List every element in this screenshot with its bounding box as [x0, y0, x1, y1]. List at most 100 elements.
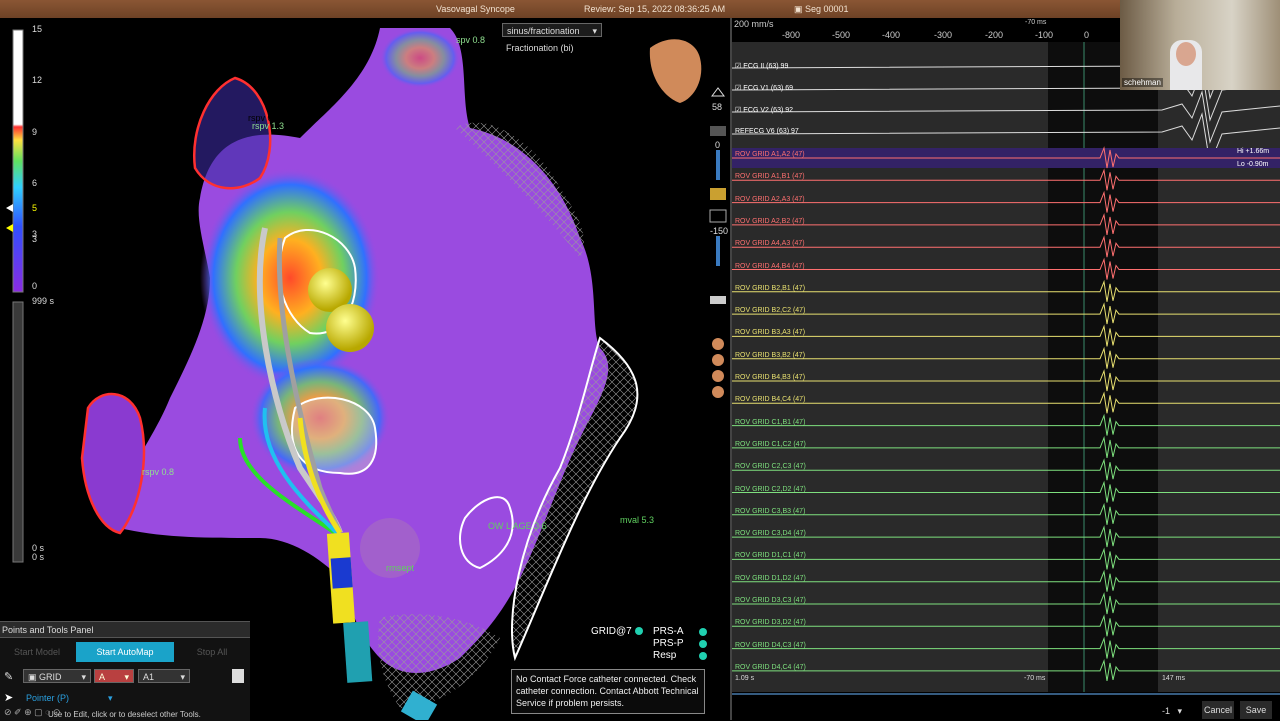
legend-dot-icon [699, 628, 707, 636]
map-pane[interactable]: 15 12 9 6 5 3 3 0 999 s 0 s 0 s sinus/fr… [0, 18, 730, 720]
channel-label[interactable]: ROV GRID A4,A3 (47) [735, 240, 805, 247]
axis-tick: -800 [782, 30, 801, 40]
ecg-channel-label[interactable]: ☑ ECG V2 (63) 92 [735, 106, 793, 114]
channel-label[interactable]: ROV GRID A4,B4 (47) [735, 263, 805, 270]
channel-label[interactable]: ROV GRID B2,C2 (47) [735, 307, 805, 314]
ecg-channel-label[interactable]: REFECG V6 (63) 97 [735, 128, 799, 135]
channel-label[interactable]: ROV GRID A1,B1 (47) [735, 173, 805, 180]
channel-label[interactable]: ROV GRID D3,D2 (47) [735, 619, 806, 626]
view-value: 0 [715, 140, 721, 150]
save-button[interactable]: Save [1240, 701, 1272, 719]
legend-dot-icon [699, 640, 707, 648]
view-value: -150 [710, 226, 729, 236]
axis-tick: 0 [1084, 30, 1090, 40]
hi-threshold: Hi +1.66m [1237, 148, 1270, 155]
lo-threshold: Lo -0.90m [1237, 161, 1269, 168]
septal-label: rrnsept [386, 563, 415, 573]
channel-label[interactable]: ROV GRID C2,C3 (47) [735, 463, 806, 470]
legend-catheter: GRID@7 [591, 626, 643, 637]
legend-item: Resp [653, 650, 677, 661]
axis-tick: -100 [1035, 30, 1054, 40]
lesion-ball [326, 304, 374, 352]
start-model-button[interactable]: Start Model [0, 642, 74, 662]
channel-label[interactable]: ROV GRID C3,B3 (47) [735, 508, 805, 515]
channel-label[interactable]: ROV GRID C1,C2 (47) [735, 441, 806, 448]
rspv-label: rspv 1.3 [252, 121, 285, 131]
catheter-select[interactable]: ▣ GRID [23, 669, 91, 684]
ecg-channel-label[interactable]: ☑ ECG II (63) 99 [735, 62, 788, 70]
marker-label: -70 ms [1025, 19, 1047, 26]
review-time: Review: Sep 15, 2022 08:36:25 AM [584, 4, 726, 14]
channel-label[interactable]: ROV GRID A2,A3 (47) [735, 196, 805, 203]
spline-select[interactable]: A [94, 669, 134, 684]
ecg-channel-label[interactable]: ☑ ECG V1 (63) 69 [735, 84, 793, 92]
start-automap-button[interactable]: Start AutoMap [76, 642, 174, 662]
channel-label[interactable]: ROV GRID C1,B1 (47) [735, 419, 805, 426]
axis-tick: -300 [934, 30, 953, 40]
panel-title: Points and Tools Panel [0, 622, 250, 638]
zoom-select[interactable]: -1 [1158, 704, 1186, 718]
marker-label: 147 ms [1162, 675, 1185, 682]
channel-label[interactable]: ROV GRID B4,B3 (47) [735, 374, 805, 381]
scale-tick: 6 [32, 178, 38, 188]
channel-label[interactable]: ROV GRID B3,B2 (47) [735, 352, 805, 359]
cancel-button[interactable]: Cancel [1202, 701, 1234, 719]
scale-tick: 15 [32, 24, 43, 34]
signals-pane[interactable]: 200 mm/s -800 -500 -400 -300 -200 -100 0… [732, 18, 1280, 720]
axis-tick: -400 [882, 30, 901, 40]
legend-dot-icon [699, 652, 707, 660]
scale-tick: 9 [32, 127, 38, 137]
channel-label[interactable]: ROV GRID D1,D2 (47) [735, 575, 806, 582]
channel-label[interactable]: ROV GRID A1,A2 (47) [735, 151, 805, 158]
scale-tick: 0 [32, 281, 38, 291]
sweep-speed: 200 mm/s [734, 19, 774, 29]
channel-label[interactable]: ROV GRID B4,C4 (47) [735, 396, 805, 403]
channel-label[interactable]: ROV GRID D4,C3 (47) [735, 642, 806, 649]
channel-label[interactable]: ROV GRID D1,C1 (47) [735, 552, 806, 559]
scale-time: 0 s [32, 552, 45, 562]
tool-hint: Use to Edit, click or to deselect other … [48, 710, 201, 719]
clipboard-icon[interactable] [232, 669, 244, 683]
participant-name: schehman [1122, 78, 1163, 87]
chevron-down-icon[interactable]: ▾ [108, 693, 113, 704]
window-duration: 1.09 s [735, 675, 755, 682]
legend-item: PRS-A [653, 626, 684, 637]
timeline-scrollbar[interactable] [732, 693, 1280, 695]
channel-label[interactable]: ROV GRID B3,A3 (47) [735, 329, 805, 336]
toolbar-icons[interactable]: ⊘ ✐ ⊕ ▢ ◌ ⊙ [4, 707, 61, 718]
mval-label: mval 5.3 [620, 515, 655, 525]
legend-item: PRS-P [653, 638, 684, 649]
axis-tick: -500 [832, 30, 851, 40]
tool-name[interactable]: Pointer (P) [26, 693, 69, 703]
channel-label[interactable]: ROV GRID C3,D4 (47) [735, 530, 806, 537]
mesh-inferior [378, 614, 500, 708]
scale-tick: 3 [32, 234, 38, 244]
channel-label[interactable]: ROV GRID D3,C3 (47) [735, 597, 806, 604]
legend-dot-icon [634, 627, 643, 636]
title-bar: Vasovagal Syncope Review: Sep 15, 2022 0… [0, 0, 1280, 18]
stop-all-button[interactable]: Stop All [176, 642, 248, 662]
view-value: 58 [712, 102, 723, 112]
electrode-select[interactable]: A1 [138, 669, 190, 684]
rspv-outline [192, 76, 272, 190]
channel-label[interactable]: ROV GRID C2,D2 (47) [735, 486, 806, 493]
anatomy-map[interactable] [0, 18, 730, 720]
segment-label: ▣ Seg 00001 [794, 4, 849, 14]
pencil-icon[interactable]: ✎ [4, 670, 13, 683]
channel-label[interactable]: ROV GRID A2,B2 (47) [735, 218, 805, 225]
pointer-icon[interactable]: ➤ [4, 691, 13, 704]
scale-time: 999 s [32, 296, 55, 306]
map-type-dropdown[interactable]: sinus/fractionation [502, 23, 602, 38]
scale-tick: 5 [32, 203, 38, 213]
location-label: OW L AGE 3.6 [488, 521, 547, 531]
orientation-torso [649, 39, 702, 103]
study-title: Vasovagal Syncope [436, 4, 515, 14]
scale-tick: 12 [32, 75, 43, 85]
rspv-label: rspv 0.8 [142, 467, 175, 477]
axis-tick: -200 [985, 30, 1004, 40]
channel-label[interactable]: ROV GRID D4,C4 (47) [735, 664, 806, 671]
channel-label[interactable]: ROV GRID B2,B1 (47) [735, 285, 805, 292]
color-scale-bar [12, 29, 24, 293]
catheter-warning: No Contact Force catheter connected. Che… [511, 669, 705, 714]
points-tools-panel: Points and Tools Panel Start Model Start… [0, 621, 250, 721]
